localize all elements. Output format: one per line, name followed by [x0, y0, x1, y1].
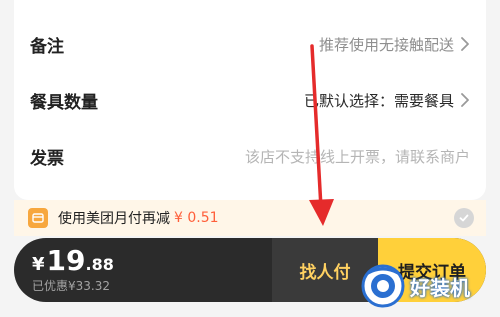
- watermark-logo: [361, 264, 405, 308]
- wallet-icon: [28, 208, 48, 228]
- price-summary: ¥ 19 .88 已优惠¥33.32: [32, 244, 114, 294]
- note-row[interactable]: 备注 推荐使用无接触配送: [30, 16, 470, 72]
- chevron-right-icon: [461, 37, 469, 51]
- watermark-text: 好装机: [410, 275, 470, 300]
- total-price: ¥ 19 .88: [32, 244, 114, 277]
- note-value-group: 推荐使用无接触配送: [319, 34, 470, 55]
- order-options-card: 备注 推荐使用无接触配送 餐具数量 已默认选择：需要餐具 发票 该店不支持线上开…: [14, 0, 486, 200]
- discount-saved: 已优惠¥33.32: [32, 279, 110, 293]
- invoice-row: 发票 该店不支持线上开票，请联系商户: [30, 128, 470, 184]
- promo-text: 使用美团月付再减: [58, 211, 170, 227]
- watermark: 好装机: [360, 262, 500, 310]
- tableware-label: 餐具数量: [30, 92, 98, 113]
- note-value: 推荐使用无接触配送: [318, 35, 454, 54]
- currency-symbol: ¥: [32, 254, 45, 275]
- find-someone-pay-label: 找人付: [299, 262, 351, 283]
- note-label: 备注: [30, 36, 64, 57]
- price-integer: 19: [46, 244, 86, 277]
- invoice-label: 发票: [30, 148, 64, 169]
- check-circle-icon[interactable]: [454, 208, 474, 228]
- monthly-pay-promo[interactable]: 使用美团月付再减 ¥ 0.51: [14, 200, 486, 236]
- tableware-row[interactable]: 餐具数量 已默认选择：需要餐具: [30, 72, 470, 128]
- promo-amount: ¥ 0.51: [174, 210, 219, 226]
- invoice-value: 该店不支持线上开票，请联系商户: [244, 147, 470, 166]
- tableware-value: 已默认选择：需要餐具: [303, 91, 454, 110]
- price-decimal: .88: [85, 255, 114, 274]
- tableware-value-group: 已默认选择：需要餐具: [304, 90, 470, 111]
- chevron-right-icon: [461, 93, 469, 107]
